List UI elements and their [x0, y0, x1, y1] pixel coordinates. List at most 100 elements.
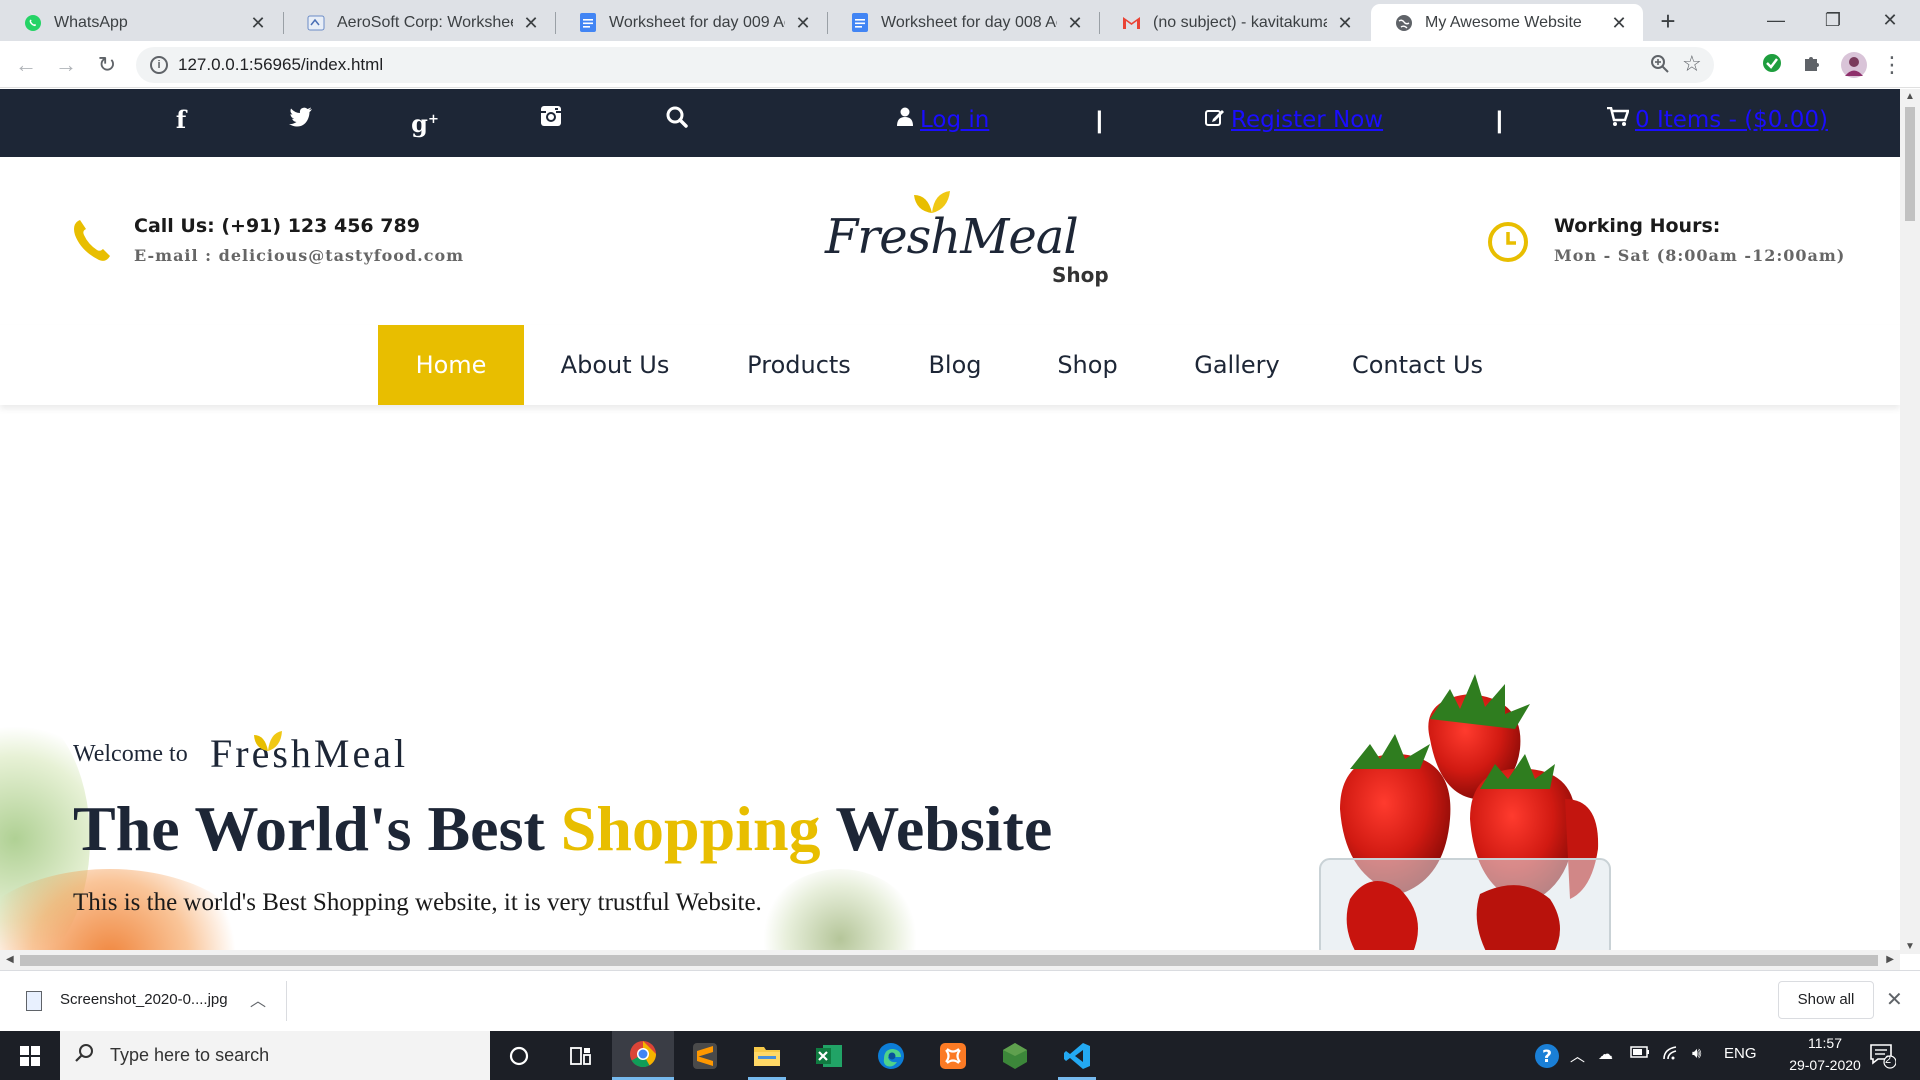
cortana-icon[interactable]: [488, 1031, 550, 1080]
minimize-button[interactable]: —: [1756, 6, 1796, 34]
google-docs-icon: [850, 13, 869, 32]
bookmark-star-icon[interactable]: ☆: [1682, 52, 1706, 76]
hero-brand-text: FreshMeal: [210, 731, 409, 776]
register-link-text[interactable]: Register Now: [1231, 107, 1383, 133]
tab-my-awesome-website[interactable]: My Awesome Website ✕: [1371, 4, 1643, 41]
close-icon[interactable]: ✕: [248, 13, 268, 33]
battery-icon[interactable]: [1630, 1045, 1650, 1062]
close-icon[interactable]: ✕: [1886, 987, 1903, 1012]
chevron-up-icon[interactable]: ︿: [250, 987, 266, 1011]
close-icon[interactable]: ✕: [1609, 13, 1629, 33]
nav-blog[interactable]: Blog: [900, 325, 1010, 405]
register-link[interactable]: Register Now: [1205, 107, 1383, 133]
sublime-text-icon[interactable]: [674, 1031, 736, 1080]
chrome-taskbar-icon[interactable]: [612, 1031, 674, 1080]
zoom-icon[interactable]: [1650, 54, 1672, 76]
restore-button[interactable]: ❐: [1813, 6, 1853, 34]
nav-about-us[interactable]: About Us: [540, 325, 690, 405]
tab-whatsapp[interactable]: WhatsApp ✕: [0, 4, 282, 41]
twitter-icon[interactable]: [286, 105, 316, 135]
clock-date[interactable]: 29-07-2020: [1782, 1057, 1868, 1073]
browser-toolbar: ← → ↻ i 127.0.0.1:56965/index.html ☆ ⋮: [0, 41, 1920, 88]
wifi-icon[interactable]: [1662, 1045, 1682, 1065]
email-text: E-mail : delicious@tastyfood.com: [134, 246, 465, 265]
instagram-icon[interactable]: [536, 105, 566, 135]
tab-worksheet-009[interactable]: Worksheet for day 009 AeroS ✕: [555, 4, 827, 41]
tab-gmail[interactable]: (no subject) - kavitakumari.ae ✕: [1099, 4, 1369, 41]
vscode-icon[interactable]: [1046, 1031, 1108, 1080]
clock-time[interactable]: 11:57: [1790, 1035, 1860, 1051]
onedrive-cloud-icon[interactable]: ☁: [1598, 1045, 1613, 1063]
nodejs-icon[interactable]: [984, 1031, 1046, 1080]
scroll-down-arrow-icon[interactable]: ▼: [1905, 941, 1915, 952]
vertical-scrollbar[interactable]: ▲ ▼: [1900, 89, 1920, 954]
volume-icon[interactable]: 🔊︎: [1692, 1045, 1701, 1062]
excel-icon[interactable]: [798, 1031, 860, 1080]
login-link[interactable]: Log in: [896, 107, 989, 133]
reload-button[interactable]: ↻: [93, 51, 121, 79]
tab-worksheet-008[interactable]: Worksheet for day 008 AeroS ✕: [827, 4, 1099, 41]
search-icon[interactable]: [662, 105, 692, 135]
tab-title: WhatsApp: [54, 13, 128, 31]
site-logo[interactable]: FreshMeal Shop: [820, 189, 1120, 299]
working-hours-value: Mon - Sat (8:00am -12:00am): [1554, 246, 1846, 265]
back-button[interactable]: ←: [12, 51, 40, 79]
close-icon[interactable]: ✕: [1065, 13, 1085, 33]
cart-link[interactable]: 0 Items - ($0.00): [1607, 106, 1828, 133]
file-explorer-icon[interactable]: [736, 1031, 798, 1080]
tab-title: AeroSoft Corp: Worksheet fo: [337, 13, 513, 31]
nav-gallery[interactable]: Gallery: [1172, 325, 1302, 405]
nav-products[interactable]: Products: [724, 325, 874, 405]
help-icon[interactable]: ?: [1534, 1043, 1560, 1073]
new-tab-button[interactable]: +: [1654, 8, 1682, 36]
window-close-button[interactable]: ✕: [1870, 6, 1910, 34]
tab-aerosoft[interactable]: AeroSoft Corp: Worksheet fo ✕: [283, 4, 555, 41]
puzzle-icon[interactable]: [1800, 53, 1824, 77]
show-all-button[interactable]: Show all: [1778, 981, 1874, 1019]
close-icon[interactable]: ✕: [1335, 13, 1355, 33]
close-icon[interactable]: ✕: [521, 13, 541, 33]
windows-start-button[interactable]: [0, 1031, 60, 1080]
close-icon[interactable]: ✕: [793, 13, 813, 33]
leaf-icon: [254, 731, 282, 751]
task-view-icon[interactable]: [550, 1031, 612, 1080]
download-filename[interactable]: Screenshot_2020-0....jpg: [60, 991, 228, 1008]
horizontal-scrollbar[interactable]: ◀ ▶: [0, 950, 1900, 970]
decorative-vegetable-image: [760, 869, 920, 954]
hero-title-part: Website: [820, 793, 1053, 864]
address-bar[interactable]: i 127.0.0.1:56965/index.html ☆: [136, 47, 1714, 83]
forward-button[interactable]: →: [52, 51, 80, 79]
menu-kebab-icon[interactable]: ⋮: [1880, 53, 1904, 77]
nav-home[interactable]: Home: [378, 325, 524, 405]
scroll-right-arrow-icon[interactable]: ▶: [1886, 954, 1894, 965]
logo-main-text: FreshMeal: [825, 209, 1079, 265]
tab-title: (no subject) - kavitakumari.ae: [1153, 13, 1327, 31]
topbar-separator: |: [1096, 107, 1103, 134]
nav-contact-us[interactable]: Contact Us: [1335, 325, 1500, 405]
hero-title: The World's Best Shopping Website: [73, 792, 1052, 866]
topbar-separator: |: [1496, 107, 1503, 134]
scrollbar-thumb[interactable]: [1905, 107, 1915, 221]
nav-shop[interactable]: Shop: [1030, 325, 1145, 405]
extension-icon[interactable]: [1760, 53, 1784, 77]
search-placeholder: Type here to search: [110, 1045, 270, 1065]
login-link-text[interactable]: Log in: [920, 107, 989, 133]
facebook-icon[interactable]: f: [166, 105, 196, 135]
url-text[interactable]: 127.0.0.1:56965/index.html: [178, 55, 383, 75]
edge-icon[interactable]: [860, 1031, 922, 1080]
cart-link-text[interactable]: 0 Items - ($0.00): [1635, 107, 1828, 133]
scrollbar-thumb[interactable]: [20, 955, 1878, 966]
tab-title: My Awesome Website: [1425, 13, 1582, 31]
language-indicator[interactable]: ENG: [1724, 1045, 1757, 1062]
edit-icon: [1205, 107, 1225, 133]
scroll-left-arrow-icon[interactable]: ◀: [6, 954, 14, 965]
info-icon[interactable]: i: [150, 56, 168, 74]
chevron-up-icon[interactable]: ︿: [1570, 1045, 1585, 1066]
notification-center-icon[interactable]: 2: [1868, 1041, 1897, 1073]
taskbar-search-box[interactable]: Type here to search: [60, 1031, 490, 1080]
profile-avatar[interactable]: [1840, 51, 1867, 78]
scroll-up-arrow-icon[interactable]: ▲: [1905, 91, 1915, 102]
google-plus-icon[interactable]: g+: [410, 105, 440, 138]
xampp-icon[interactable]: [922, 1031, 984, 1080]
cart-icon: [1607, 106, 1630, 133]
